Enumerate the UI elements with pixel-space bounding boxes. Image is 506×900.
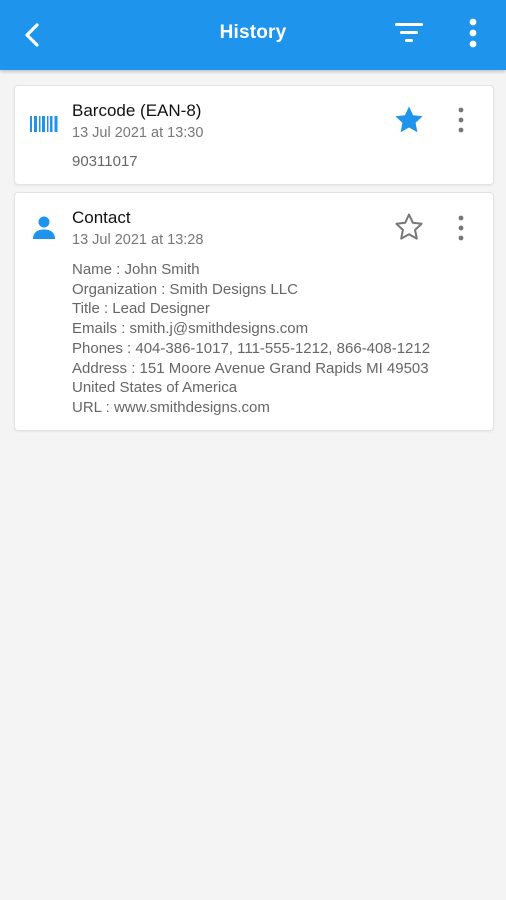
item-more-icon[interactable] — [451, 213, 471, 243]
star-outline-icon[interactable] — [393, 211, 425, 243]
contact-organization: Organization : Smith Designs LLC — [72, 280, 298, 298]
filter-icon[interactable] — [392, 18, 426, 48]
contact-emails: Emails : smith.j@smithdesigns.com — [72, 320, 309, 338]
app-bar: History — [0, 0, 506, 70]
history-item-barcode[interactable]: Barcode (EAN-8) 13 Jul 2021 at 13:30 903… — [14, 85, 494, 185]
person-icon — [33, 216, 55, 239]
contact-title: Title : Lead Designer — [72, 300, 210, 318]
barcode-icon — [30, 116, 58, 132]
contact-url: URL : www.smithdesigns.com — [72, 398, 270, 416]
item-date: 13 Jul 2021 at 13:30 — [72, 125, 204, 141]
item-more-icon[interactable] — [451, 105, 471, 135]
contact-name: Name : John Smith — [72, 261, 200, 278]
contact-country: United States of America — [72, 379, 238, 397]
item-title: Contact — [72, 208, 131, 227]
item-title: Barcode (EAN-8) — [72, 101, 202, 120]
item-value: 90311017 — [72, 153, 138, 170]
more-vert-icon[interactable] — [461, 16, 485, 52]
item-date: 13 Jul 2021 at 13:28 — [72, 232, 204, 248]
history-item-contact[interactable]: Contact 13 Jul 2021 at 13:28 Name : John… — [14, 192, 494, 431]
star-filled-icon[interactable] — [393, 104, 425, 136]
page-title: History — [219, 22, 287, 43]
contact-phones: Phones : 404-386-1017, 111-555-1212, 866… — [72, 339, 431, 357]
contact-address: Address : 151 Moore Avenue Grand Rapids … — [72, 359, 429, 377]
contact-details: Name : John Smith Organization : Smith D… — [72, 260, 430, 418]
